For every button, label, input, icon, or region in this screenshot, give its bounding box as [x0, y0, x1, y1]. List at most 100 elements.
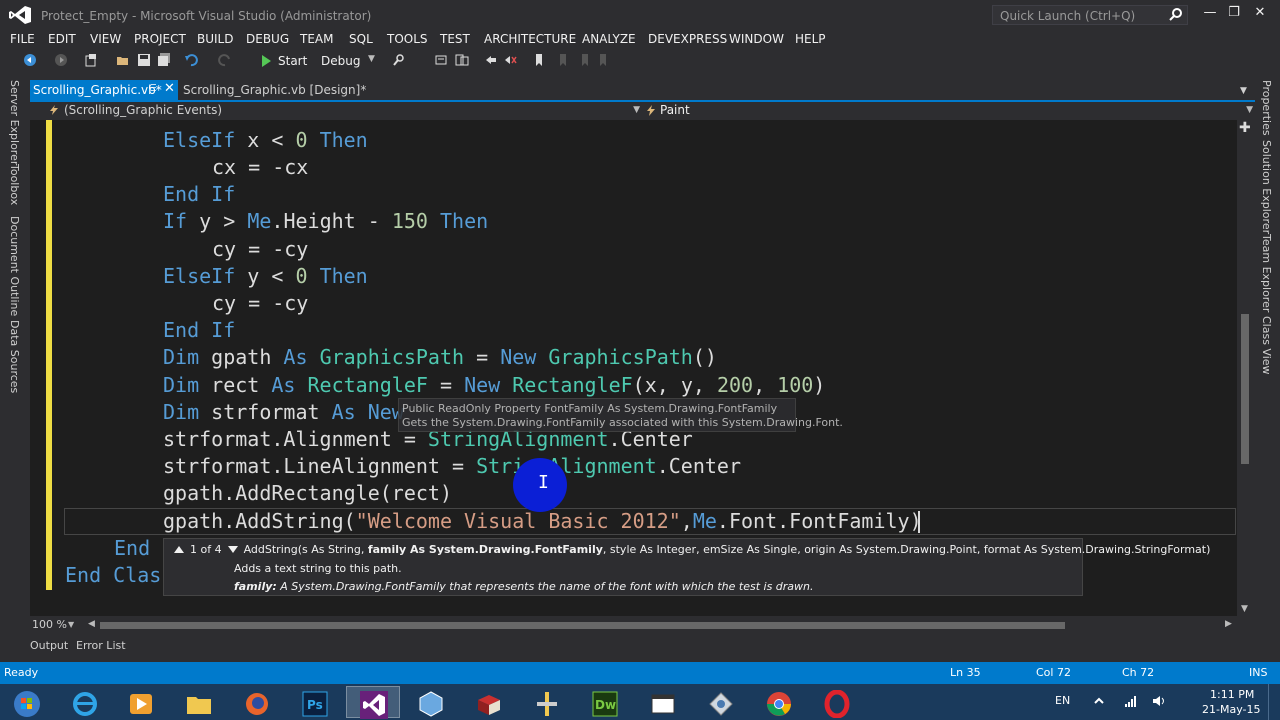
- menu-team[interactable]: TEAM: [300, 32, 333, 46]
- taskbar-firefox[interactable]: [230, 686, 284, 718]
- taskbar-app-box[interactable]: [404, 686, 458, 718]
- status-column: Col 72: [1036, 666, 1071, 679]
- tab-class-view[interactable]: Class View: [1260, 316, 1273, 375]
- speaker-icon[interactable]: [1152, 694, 1166, 708]
- start-debugging-button[interactable]: Start: [258, 52, 312, 70]
- previous-overload-icon[interactable]: [174, 546, 184, 553]
- tab-toolbox[interactable]: Toolbox: [8, 164, 21, 205]
- redo-icon[interactable]: [218, 53, 232, 67]
- title-bar: Protect_Empty - Microsoft Visual Studio …: [0, 0, 1280, 30]
- menu-file[interactable]: FILE: [10, 32, 35, 46]
- bookmark-icon[interactable]: [532, 53, 546, 67]
- member-dropdown-value: Paint: [660, 103, 690, 117]
- taskbar-dreamweaver[interactable]: Dw: [578, 686, 632, 718]
- menu-project[interactable]: PROJECT: [134, 32, 186, 46]
- tab-solution-explorer[interactable]: Solution Explorer: [1260, 140, 1273, 234]
- code-line: If y > Me.Height - 150 Then: [163, 209, 489, 233]
- class-dropdown[interactable]: (Scrolling_Graphic Events) ▼: [44, 102, 640, 120]
- menu-build[interactable]: BUILD: [197, 32, 233, 46]
- solution-configuration-dropdown[interactable]: Debug ▼: [318, 52, 378, 70]
- tab-data-sources[interactable]: Data Sources: [8, 320, 21, 393]
- taskbar-book-app[interactable]: [462, 686, 516, 718]
- taskbar-media-player[interactable]: [114, 686, 168, 718]
- bookmark-next-icon[interactable]: [556, 53, 570, 67]
- pin-icon[interactable]: ∈: [148, 83, 157, 94]
- horizontal-scroll-thumb[interactable]: [100, 622, 1065, 629]
- show-hidden-icons-icon[interactable]: [1092, 694, 1106, 708]
- show-desktop-button[interactable]: [1268, 684, 1280, 720]
- network-signal-icon[interactable]: [1124, 694, 1138, 708]
- zoom-level[interactable]: 100 %: [32, 618, 67, 631]
- overload-counter: 1 of 4: [190, 543, 222, 556]
- scroll-thumb[interactable]: [1241, 314, 1249, 464]
- scroll-right-icon[interactable]: ▶: [1225, 619, 1232, 629]
- taskbar-photoshop[interactable]: Ps: [288, 686, 342, 718]
- scroll-down-icon[interactable]: ▼: [1241, 604, 1248, 614]
- member-dropdown[interactable]: Paint ▼: [642, 102, 1253, 120]
- menu-edit[interactable]: EDIT: [48, 32, 76, 46]
- bookmark-prev-icon[interactable]: [484, 53, 498, 67]
- clock-date[interactable]: 21-May-15: [1202, 703, 1260, 716]
- chevron-down-icon[interactable]: ▼: [68, 620, 74, 629]
- tab-team-explorer[interactable]: Team Explorer: [1260, 234, 1273, 312]
- folder-icon: [187, 697, 211, 714]
- tab-properties[interactable]: Properties: [1260, 80, 1273, 136]
- taskbar-tools-app[interactable]: [520, 686, 574, 718]
- book-icon: [478, 695, 500, 715]
- maximize-button[interactable]: ❐: [1223, 4, 1245, 22]
- navigate-icon[interactable]: [434, 53, 448, 67]
- undo-icon[interactable]: [184, 53, 198, 67]
- tab-output[interactable]: Output: [30, 639, 68, 652]
- menu-tools[interactable]: TOOLS: [387, 32, 428, 46]
- input-language[interactable]: EN: [1055, 694, 1070, 707]
- find-in-files-icon[interactable]: [392, 53, 406, 67]
- minimize-button[interactable]: —: [1199, 4, 1221, 22]
- menu-help[interactable]: HELP: [795, 32, 826, 46]
- start-button[interactable]: [0, 686, 52, 718]
- tab-document-outline[interactable]: Document Outline: [8, 216, 21, 316]
- tab-scrolling-graphic-code[interactable]: Scrolling_Graphic.vb* ∈ ✕: [30, 80, 178, 100]
- taskbar-network-app[interactable]: [694, 686, 748, 718]
- open-file-icon[interactable]: [116, 53, 130, 67]
- taskbar-visual-studio[interactable]: [346, 686, 400, 719]
- new-project-icon[interactable]: [84, 53, 98, 67]
- tab-server-explorer[interactable]: Server Explorer: [8, 80, 21, 165]
- menu-view[interactable]: VIEW: [90, 32, 121, 46]
- close-tab-icon[interactable]: ✕: [164, 81, 175, 96]
- parameter-name: family:: [234, 580, 277, 593]
- menu-architecture[interactable]: ARCHITECTURE: [484, 32, 576, 46]
- taskbar-internet-explorer[interactable]: [58, 686, 112, 718]
- next-overload-icon[interactable]: [227, 546, 238, 553]
- code-line: ElseIf y < 0 Then: [163, 264, 368, 288]
- bookmark-disabled-icon[interactable]: [596, 53, 610, 67]
- menu-sql[interactable]: SQL: [349, 32, 373, 46]
- parameter-info-popup: 1 of 4 AddString(s As String, family As S…: [163, 538, 1210, 596]
- tab-error-list[interactable]: Error List: [76, 639, 126, 652]
- bookmark-clear-icon[interactable]: [503, 53, 517, 67]
- menu-analyze[interactable]: ANALYZE: [582, 32, 636, 46]
- save-icon[interactable]: [137, 53, 151, 67]
- comment-icon[interactable]: [455, 53, 469, 67]
- bookmark-folder-icon[interactable]: [578, 53, 592, 67]
- forward-arrow-icon[interactable]: [54, 53, 68, 67]
- menu-test[interactable]: TEST: [440, 32, 470, 46]
- close-button[interactable]: ✕: [1249, 4, 1271, 22]
- menu-devexpress[interactable]: DEVEXPRESS: [648, 32, 727, 46]
- taskbar-explorer[interactable]: [172, 686, 226, 718]
- taskbar-opera[interactable]: [810, 686, 864, 718]
- menu-debug[interactable]: DEBUG: [246, 32, 289, 46]
- status-text: Ready: [4, 666, 39, 679]
- split-plus-icon[interactable]: ✚: [1239, 120, 1251, 136]
- tab-list-dropdown-icon[interactable]: ▼: [1240, 86, 1247, 96]
- taskbar-window-app[interactable]: [636, 686, 690, 718]
- window-title: Protect_Empty - Microsoft Visual Studio …: [41, 9, 372, 23]
- quick-launch-input[interactable]: Quick Launch (Ctrl+Q): [992, 5, 1188, 25]
- scroll-left-icon[interactable]: ◀: [88, 619, 95, 629]
- save-all-icon[interactable]: [157, 53, 171, 67]
- back-arrow-icon[interactable]: [23, 53, 37, 67]
- menu-window[interactable]: WINDOW: [729, 32, 784, 46]
- clock-time[interactable]: 1:11 PM: [1210, 688, 1254, 701]
- taskbar-chrome[interactable]: [752, 686, 806, 718]
- vertical-scrollbar[interactable]: ✚ ▼: [1237, 120, 1254, 616]
- tab-scrolling-graphic-design[interactable]: Scrolling_Graphic.vb [Design]*: [183, 83, 366, 97]
